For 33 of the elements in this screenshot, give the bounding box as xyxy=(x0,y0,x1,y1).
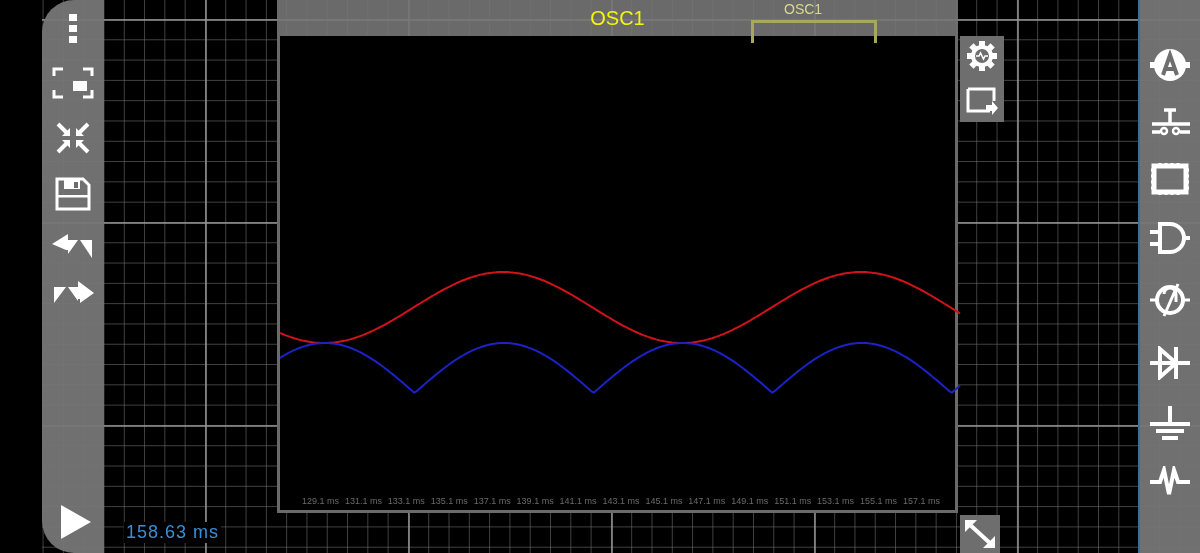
time-label: 155.1 ms xyxy=(860,496,897,506)
collapse-icon[interactable] xyxy=(56,122,90,154)
settings-icon[interactable] xyxy=(967,41,997,71)
time-label: 151.1 ms xyxy=(774,496,812,506)
and-gate-icon[interactable] xyxy=(1150,222,1190,254)
redo-icon[interactable] xyxy=(52,281,94,305)
time-label: 147.1 ms xyxy=(688,496,726,506)
ground-icon[interactable] xyxy=(1150,406,1190,440)
time-label: 143.1 ms xyxy=(602,496,640,506)
component-label: OSC1 xyxy=(784,1,823,17)
time-label: 137.1 ms xyxy=(473,496,511,506)
fit-screen-icon[interactable] xyxy=(52,67,94,99)
time-label: 153.1 ms xyxy=(817,496,855,506)
chip-icon[interactable] xyxy=(1150,162,1190,196)
more-icon[interactable] xyxy=(68,14,78,44)
play-icon[interactable] xyxy=(61,505,91,539)
time-label: 141.1 ms xyxy=(559,496,597,506)
ammeter-icon[interactable] xyxy=(1150,48,1190,82)
push-switch-icon[interactable] xyxy=(1150,108,1190,136)
undo-icon[interactable] xyxy=(52,234,94,258)
save-icon[interactable] xyxy=(55,177,91,211)
diode-icon[interactable] xyxy=(1150,346,1190,380)
time-label: 157.1 ms xyxy=(902,496,940,506)
time-label: 135.1 ms xyxy=(430,496,468,506)
export-icon[interactable] xyxy=(966,87,998,115)
expand-icon[interactable] xyxy=(960,515,1000,553)
time-label: 149.1 ms xyxy=(731,496,769,506)
time-label: 139.1 ms xyxy=(516,496,554,506)
time-label: 129.1 ms xyxy=(302,496,340,506)
time-readout: 158.63 ms xyxy=(124,522,222,543)
time-label: 131.1 ms xyxy=(344,496,382,506)
time-label: 145.1 ms xyxy=(645,496,683,506)
time-label: 133.1 ms xyxy=(387,496,425,506)
